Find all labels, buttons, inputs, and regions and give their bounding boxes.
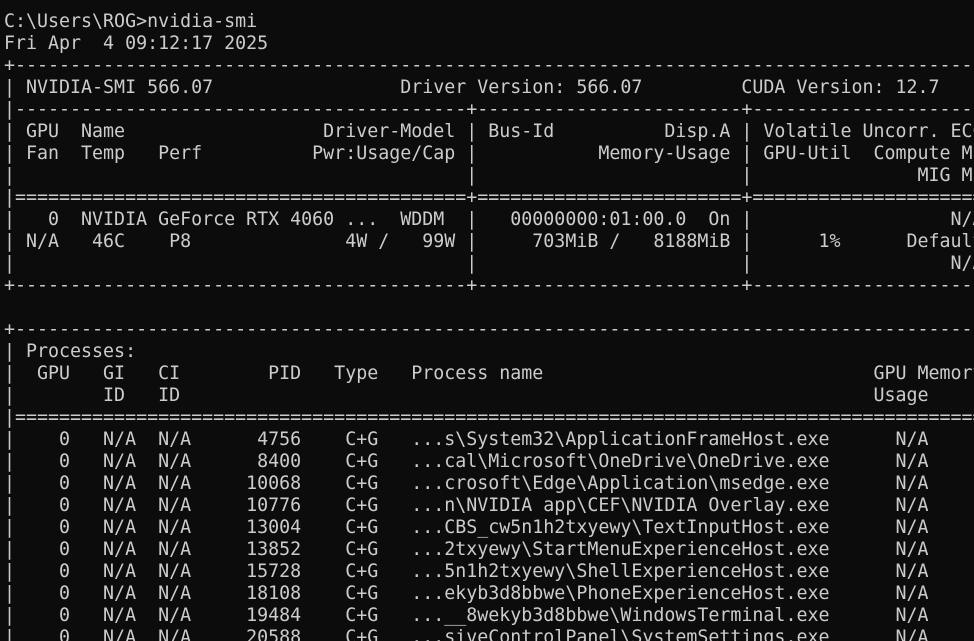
output-line: | NVIDIA-SMI 566.07 Driver Version: 566.… — [4, 77, 974, 98]
timestamp: Fri Apr 4 09:12:17 2025 — [4, 33, 269, 54]
output-line: | 0 N/A N/A 15728 C+G ...5n1h2txyewy\She… — [4, 561, 974, 582]
output-line: +---------------------------------------… — [4, 55, 974, 76]
output-line: | | | MIG M. | — [4, 165, 974, 186]
output-line: | Processes: | — [4, 341, 974, 362]
output-line: | Fan Temp Perf Pwr:Usage/Cap | Memory-U… — [4, 143, 974, 164]
output-line: | 0 N/A N/A 19484 C+G ...__8wekyb3d8bbwe… — [4, 605, 974, 626]
output-line: +---------------------------------------… — [4, 319, 974, 340]
output-line: | 0 N/A N/A 18108 C+G ...ekyb3d8bbwe\Pho… — [4, 583, 974, 604]
output-line: | 0 N/A N/A 10068 C+G ...crosoft\Edge\Ap… — [4, 473, 974, 494]
output-line: | | | N/A | — [4, 253, 974, 274]
output-line: | ID ID Usage | — [4, 385, 974, 406]
output-line: | GPU GI CI PID Type Process name GPU Me… — [4, 363, 974, 384]
output-line: |=======================================… — [4, 187, 974, 208]
output-line: | 0 N/A N/A 10776 C+G ...n\NVIDIA app\CE… — [4, 495, 974, 516]
output-line: | 0 N/A N/A 20588 C+G ...siveControlPane… — [4, 627, 974, 641]
output-line: |=======================================… — [4, 407, 974, 428]
terminal-output[interactable]: C:\Users\ROG>nvidia-smi Fri Apr 4 09:12:1… — [4, 11, 974, 641]
output-line: | 0 NVIDIA GeForce RTX 4060 ... WDDM | 0… — [4, 209, 974, 230]
command: nvidia-smi — [147, 11, 258, 32]
output-line: | 0 N/A N/A 13852 C+G ...2txyewy\StartMe… — [4, 539, 974, 560]
output-line: | N/A 46C P8 4W / 99W | 703MiB / 8188MiB… — [4, 231, 974, 252]
output-line: | GPU Name Driver-Model | Bus-Id Disp.A … — [4, 121, 974, 142]
prompt: C:\Users\ROG> — [4, 11, 148, 32]
output-line: | 0 N/A N/A 8400 C+G ...cal\Microsoft\On… — [4, 451, 974, 472]
output-line: +---------------------------------------… — [4, 275, 974, 296]
output-line: |---------------------------------------… — [4, 99, 974, 120]
prompt-line: C:\Users\ROG>nvidia-smi — [4, 11, 974, 33]
output-line: | 0 N/A N/A 4756 C+G ...s\System32\Appli… — [4, 429, 974, 450]
output-line: | 0 N/A N/A 13004 C+G ...CBS_cw5n1h2txye… — [4, 517, 974, 538]
